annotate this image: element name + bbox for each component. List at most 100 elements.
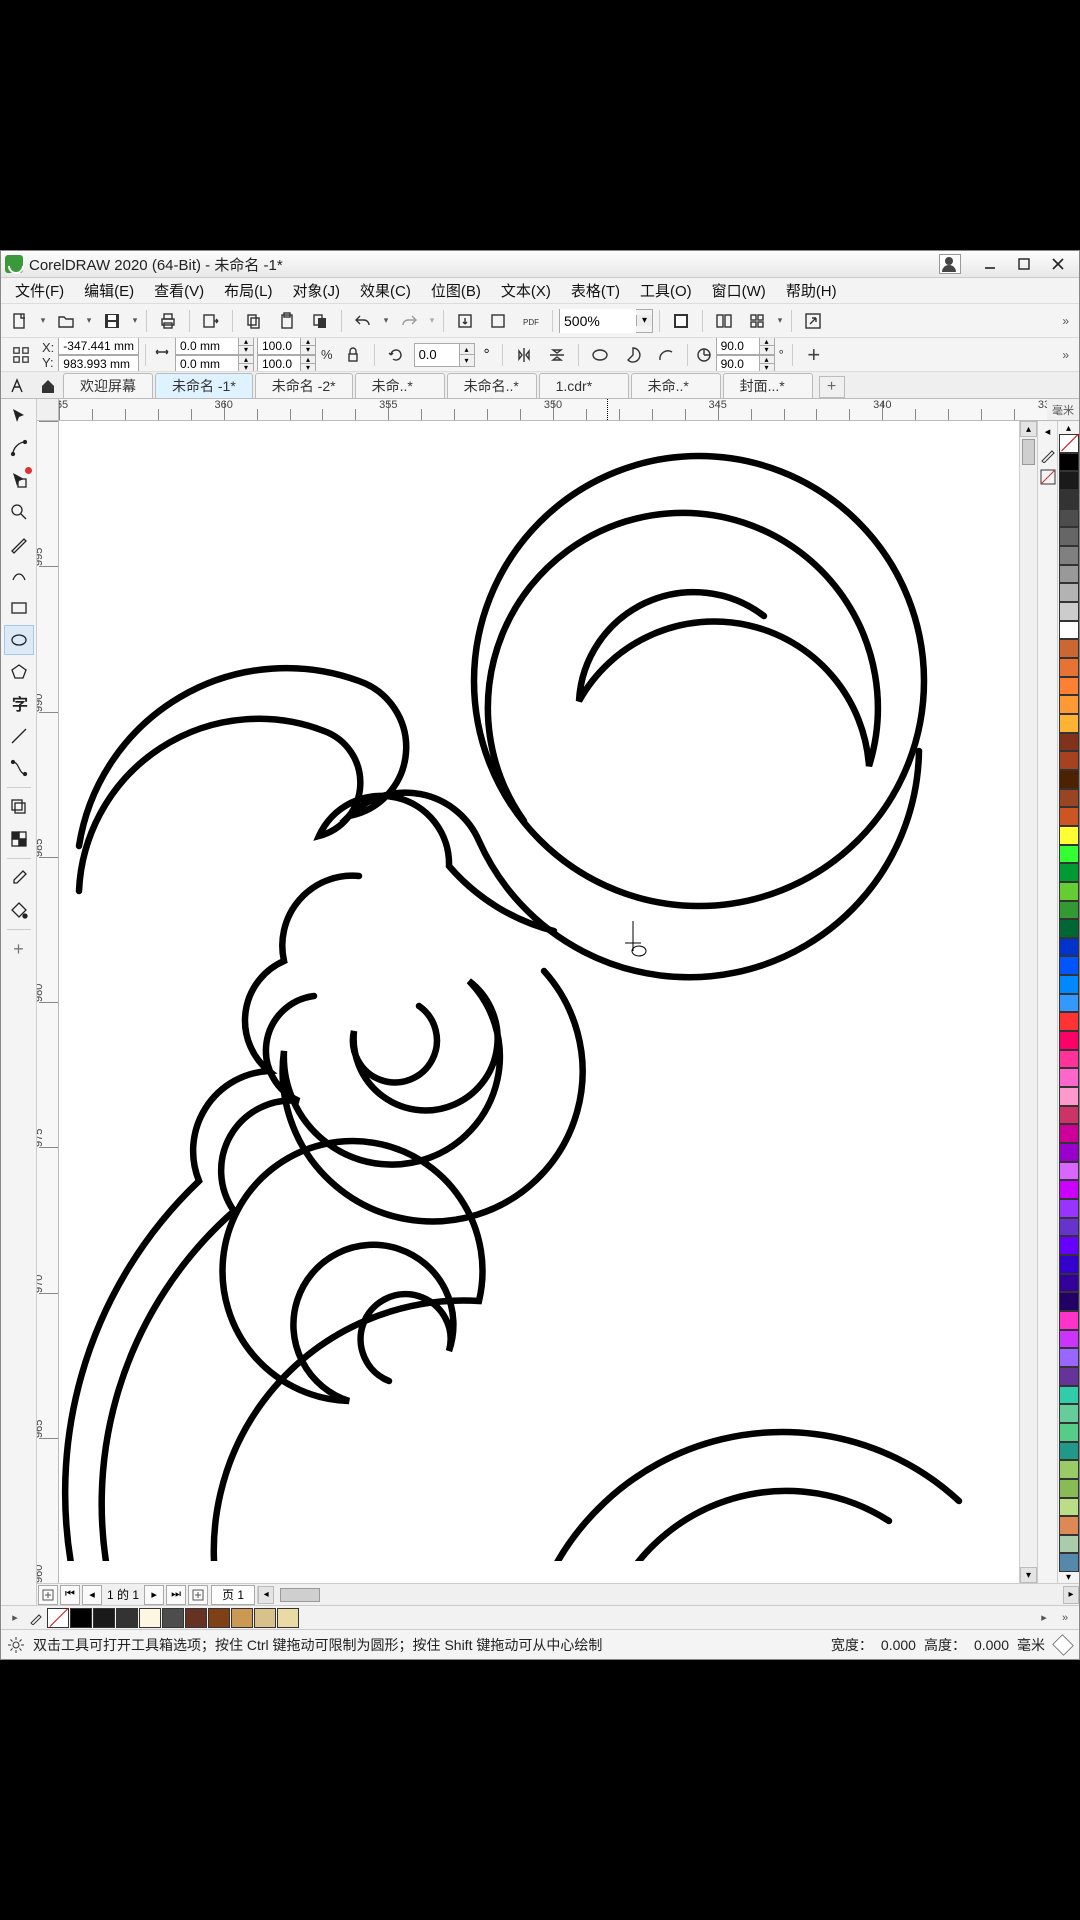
color-swatch[interactable] — [1059, 1143, 1079, 1162]
color-swatch[interactable] — [162, 1608, 184, 1628]
document-tab[interactable]: 未命..* — [355, 373, 445, 398]
coord-y-input[interactable]: 983.993 mm — [58, 355, 139, 373]
launch-button[interactable] — [798, 307, 828, 335]
parallel-dimension-tool[interactable] — [4, 721, 34, 751]
color-swatch[interactable] — [1059, 1404, 1079, 1423]
no-fill-swatch[interactable] — [47, 1608, 69, 1628]
zoom-value[interactable]: 500% — [560, 309, 636, 333]
document-tab[interactable]: 封面...* — [723, 373, 813, 398]
menu-item[interactable]: 帮助(H) — [776, 278, 847, 303]
undo-button[interactable] — [348, 307, 378, 335]
color-swatch[interactable] — [1059, 1124, 1079, 1143]
mirror-horizontal-button[interactable] — [509, 341, 539, 369]
prev-page-button[interactable]: ◂ — [82, 1585, 102, 1605]
color-swatch[interactable] — [1059, 938, 1079, 957]
scroll-left-arrow-icon[interactable]: ◂ — [258, 1586, 274, 1604]
document-tab[interactable]: 未命..* — [631, 373, 721, 398]
fill-indicator-icon[interactable] — [1052, 1634, 1073, 1655]
paste-button[interactable] — [272, 307, 302, 335]
color-swatch[interactable] — [1059, 1255, 1079, 1274]
chevron-down-icon[interactable]: ▾ — [636, 315, 652, 326]
color-swatch[interactable] — [1059, 1330, 1079, 1349]
color-swatch[interactable] — [1059, 583, 1079, 602]
color-swatch[interactable] — [1059, 1087, 1079, 1106]
color-swatch[interactable] — [1059, 1367, 1079, 1386]
pie-tool-icon[interactable] — [618, 341, 648, 369]
lock-ratio-button[interactable] — [338, 341, 368, 369]
polygon-tool[interactable] — [4, 657, 34, 687]
menu-item[interactable]: 编辑(E) — [74, 278, 144, 303]
last-page-button[interactable]: ⏭ — [166, 1585, 186, 1605]
vertical-scrollbar[interactable]: ▴ ▾ — [1019, 421, 1037, 1583]
document-tab[interactable]: 1.cdr* — [539, 373, 629, 398]
import-button[interactable] — [450, 307, 480, 335]
menu-item[interactable]: 表格(T) — [561, 278, 630, 303]
welcome-tab[interactable]: 欢迎屏幕 — [63, 373, 153, 398]
document-tab[interactable]: 未命名..* — [447, 373, 537, 398]
redo-button[interactable] — [394, 307, 424, 335]
minimize-button[interactable] — [973, 253, 1007, 275]
color-swatch[interactable] — [1059, 975, 1079, 994]
export-page-button[interactable] — [483, 307, 513, 335]
pick-tool[interactable] — [4, 401, 34, 431]
home-tab-icon[interactable] — [33, 373, 63, 398]
menu-item[interactable]: 对象(J) — [283, 278, 351, 303]
add-page-before-button[interactable] — [38, 1585, 58, 1605]
color-swatch[interactable] — [1059, 901, 1079, 920]
chevron-down-icon[interactable]: ▾ — [775, 315, 785, 326]
color-swatch[interactable] — [1059, 994, 1079, 1013]
color-swatch[interactable] — [1059, 1311, 1079, 1330]
color-swatch[interactable] — [1059, 919, 1079, 938]
color-swatch[interactable] — [1059, 1479, 1079, 1498]
chevron-down-icon[interactable]: ▾ — [38, 315, 48, 326]
color-swatch[interactable] — [1059, 1498, 1079, 1517]
color-swatch[interactable] — [1059, 1460, 1079, 1479]
color-swatch[interactable] — [1059, 714, 1079, 733]
color-swatch[interactable] — [1059, 453, 1079, 472]
color-swatch[interactable] — [1059, 1292, 1079, 1311]
color-swatch[interactable] — [1059, 509, 1079, 528]
document-tab[interactable]: 未命名 -2* — [255, 373, 353, 398]
vertical-ruler[interactable]: 1000995990985980975970965960 — [37, 421, 59, 1583]
scroll-right-arrow-icon[interactable]: ▸ — [1063, 1586, 1079, 1604]
color-swatch[interactable] — [1059, 1218, 1079, 1237]
document-tab[interactable]: 未命名 -1* — [155, 373, 253, 398]
artistic-media-tool[interactable] — [4, 561, 34, 591]
drop-shadow-tool[interactable] — [4, 792, 34, 822]
color-swatch[interactable] — [1059, 677, 1079, 696]
ellipse-tool[interactable] — [4, 625, 34, 655]
menu-item[interactable]: 查看(V) — [144, 278, 214, 303]
color-swatch[interactable] — [1059, 1516, 1079, 1535]
clipboard-button[interactable] — [305, 307, 335, 335]
color-swatch[interactable] — [1059, 1442, 1079, 1461]
menu-item[interactable]: 文本(X) — [491, 278, 561, 303]
color-swatch[interactable] — [139, 1608, 161, 1628]
color-swatch[interactable] — [185, 1608, 207, 1628]
toolbox-toggle-icon[interactable] — [3, 373, 33, 398]
scrollbar-thumb[interactable] — [1022, 439, 1035, 465]
color-swatch[interactable] — [1059, 1423, 1079, 1442]
color-swatch[interactable] — [1059, 639, 1079, 658]
add-button[interactable]: + — [799, 341, 829, 369]
palette-up-arrow-icon[interactable]: ▴ — [1058, 423, 1080, 434]
color-swatch[interactable] — [1059, 1274, 1079, 1293]
page-tab[interactable]: 页 1 — [211, 1585, 255, 1605]
copy-button[interactable] — [239, 307, 269, 335]
chevron-down-icon[interactable]: ▾ — [381, 315, 391, 326]
eyedropper-tool[interactable] — [4, 863, 34, 893]
menu-item[interactable]: 工具(O) — [630, 278, 702, 303]
color-swatch[interactable] — [1059, 1236, 1079, 1255]
no-outline-docker-icon[interactable] — [1040, 469, 1056, 485]
menu-item[interactable]: 位图(B) — [421, 278, 491, 303]
color-swatch[interactable] — [1059, 845, 1079, 864]
color-swatch[interactable] — [1059, 602, 1079, 621]
zoom-level-combo[interactable]: 500% ▾ — [559, 309, 653, 333]
menu-item[interactable]: 效果(C) — [350, 278, 421, 303]
outline-pen-docker-icon[interactable] — [1040, 447, 1056, 463]
menu-item[interactable]: 布局(L) — [214, 278, 282, 303]
export-button[interactable] — [196, 307, 226, 335]
gear-icon[interactable] — [7, 1636, 25, 1654]
color-swatch[interactable] — [1059, 863, 1079, 882]
color-swatch[interactable] — [1059, 527, 1079, 546]
palette-left-arrow-icon[interactable]: ▸ — [5, 1608, 25, 1628]
